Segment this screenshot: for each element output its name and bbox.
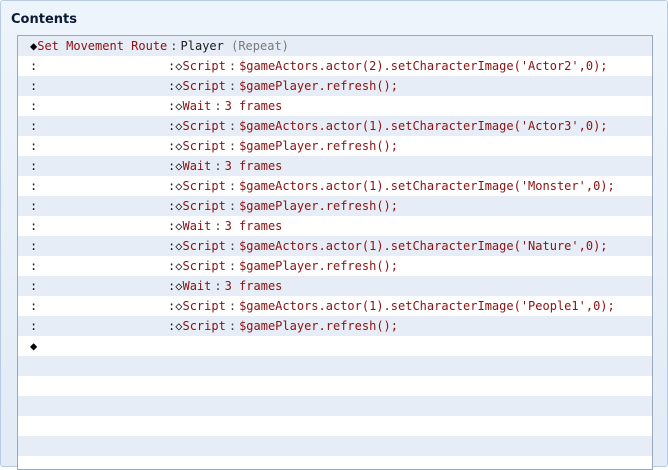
route-command-arg: $gamePlayer.refresh();: [239, 259, 399, 273]
list-row[interactable]: ::◇Script: $gameActors.actor(1).setCharac…: [18, 116, 652, 136]
empty-row[interactable]: [18, 416, 652, 436]
separator: :: [228, 239, 237, 253]
indent-colon: :: [30, 79, 38, 93]
route-command-type: Wait: [182, 279, 212, 293]
indent-colon: :: [30, 279, 38, 293]
route-command-arg: $gamePlayer.refresh();: [239, 319, 399, 333]
route-command-arg: $gameActors.actor(1).setCharacterImage('…: [239, 119, 608, 133]
list-row[interactable]: ::◇Wait:3 frames: [18, 216, 652, 236]
route-command-type: Wait: [182, 99, 212, 113]
contents-panel: Contents ◆Set Movement Route: Player (Rep…: [0, 0, 668, 470]
separator: :: [228, 179, 237, 193]
route-command-type: Script: [182, 319, 226, 333]
route-command-arg: $gamePlayer.refresh();: [239, 79, 399, 93]
indent-colon: :: [30, 59, 38, 73]
empty-row[interactable]: [18, 396, 652, 416]
empty-row[interactable]: [18, 376, 652, 396]
separator: :: [228, 79, 237, 93]
list-row[interactable]: ::◇Script: $gamePlayer.refresh();: [18, 256, 652, 276]
separator: :: [214, 159, 222, 173]
route-command-type: Script: [182, 199, 226, 213]
separator: :: [228, 299, 237, 313]
route-command-arg: $gamePlayer.refresh();: [239, 139, 399, 153]
separator: :: [214, 219, 222, 233]
indent-colon: :: [30, 99, 38, 113]
separator: :: [228, 319, 237, 333]
separator: :: [214, 99, 222, 113]
route-command-type: Script: [182, 119, 226, 133]
route-command-arg: 3 frames: [224, 99, 283, 113]
empty-row[interactable]: [18, 356, 652, 376]
route-command-arg: $gameActors.actor(1).setCharacterImage('…: [239, 299, 615, 313]
route-command-type: Script: [182, 299, 226, 313]
route-command-type: Script: [182, 179, 226, 193]
separator: :: [170, 39, 178, 53]
event-command-list[interactable]: ◆Set Movement Route: Player (Repeat) ::◇S…: [17, 35, 653, 470]
indent-colon: :: [30, 219, 38, 233]
route-command-type: Script: [182, 139, 226, 153]
list-row[interactable]: ::◇Wait:3 frames: [18, 276, 652, 296]
route-command-type: Script: [182, 79, 226, 93]
list-row-end[interactable]: ◆: [18, 336, 652, 356]
separator: :: [228, 119, 237, 133]
list-row-header[interactable]: ◆Set Movement Route: Player (Repeat): [18, 36, 652, 56]
indent-colon: :: [30, 119, 38, 133]
route-option: (Repeat): [231, 39, 289, 53]
route-command-arg: 3 frames: [224, 279, 283, 293]
route-command-type: Wait: [182, 219, 212, 233]
empty-row[interactable]: [18, 436, 652, 456]
list-row[interactable]: ::◇Script: $gamePlayer.refresh();: [18, 76, 652, 96]
filled-diamond-icon: ◆: [30, 339, 38, 353]
indent-colon: :: [30, 159, 38, 173]
route-command-arg: $gameActors.actor(1).setCharacterImage('…: [239, 179, 615, 193]
route-command-type: Script: [182, 59, 226, 73]
route-target: Player: [180, 39, 224, 53]
list-row[interactable]: ::◇Script: $gameActors.actor(1).setCharac…: [18, 176, 652, 196]
separator: :: [228, 259, 237, 273]
panel-title: Contents: [11, 12, 77, 27]
list-row[interactable]: ::◇Script: $gameActors.actor(2).setCharac…: [18, 56, 652, 76]
separator: :: [228, 199, 237, 213]
indent-colon: :: [30, 319, 38, 333]
route-command-arg: 3 frames: [224, 219, 283, 233]
route-command-type: Script: [182, 259, 226, 273]
route-command-type: Wait: [182, 159, 212, 173]
list-row[interactable]: ::◇Script: $gamePlayer.refresh();: [18, 136, 652, 156]
list-row[interactable]: ::◇Wait:3 frames: [18, 96, 652, 116]
separator: :: [228, 59, 237, 73]
empty-row[interactable]: [18, 456, 652, 469]
command-name: Set Movement Route: [37, 39, 168, 53]
route-command-arg: $gameActors.actor(2).setCharacterImage('…: [239, 59, 608, 73]
indent-colon: :: [30, 259, 38, 273]
list-row[interactable]: ::◇Script: $gameActors.actor(1).setCharac…: [18, 236, 652, 256]
separator: :: [228, 139, 237, 153]
route-command-arg: $gameActors.actor(1).setCharacterImage('…: [239, 239, 608, 253]
list-row[interactable]: ::◇Script: $gameActors.actor(1).setCharac…: [18, 296, 652, 316]
indent-colon: :: [30, 179, 38, 193]
indent-colon: :: [30, 239, 38, 253]
indent-colon: :: [30, 199, 38, 213]
list-row[interactable]: ::◇Script: $gamePlayer.refresh();: [18, 316, 652, 336]
route-command-arg: $gamePlayer.refresh();: [239, 199, 399, 213]
separator: :: [214, 279, 222, 293]
indent-colon: :: [30, 299, 38, 313]
indent-colon: :: [30, 139, 38, 153]
route-command-type: Script: [182, 239, 226, 253]
list-row[interactable]: ::◇Script: $gamePlayer.refresh();: [18, 196, 652, 216]
list-row[interactable]: ::◇Wait:3 frames: [18, 156, 652, 176]
route-command-arg: 3 frames: [224, 159, 283, 173]
